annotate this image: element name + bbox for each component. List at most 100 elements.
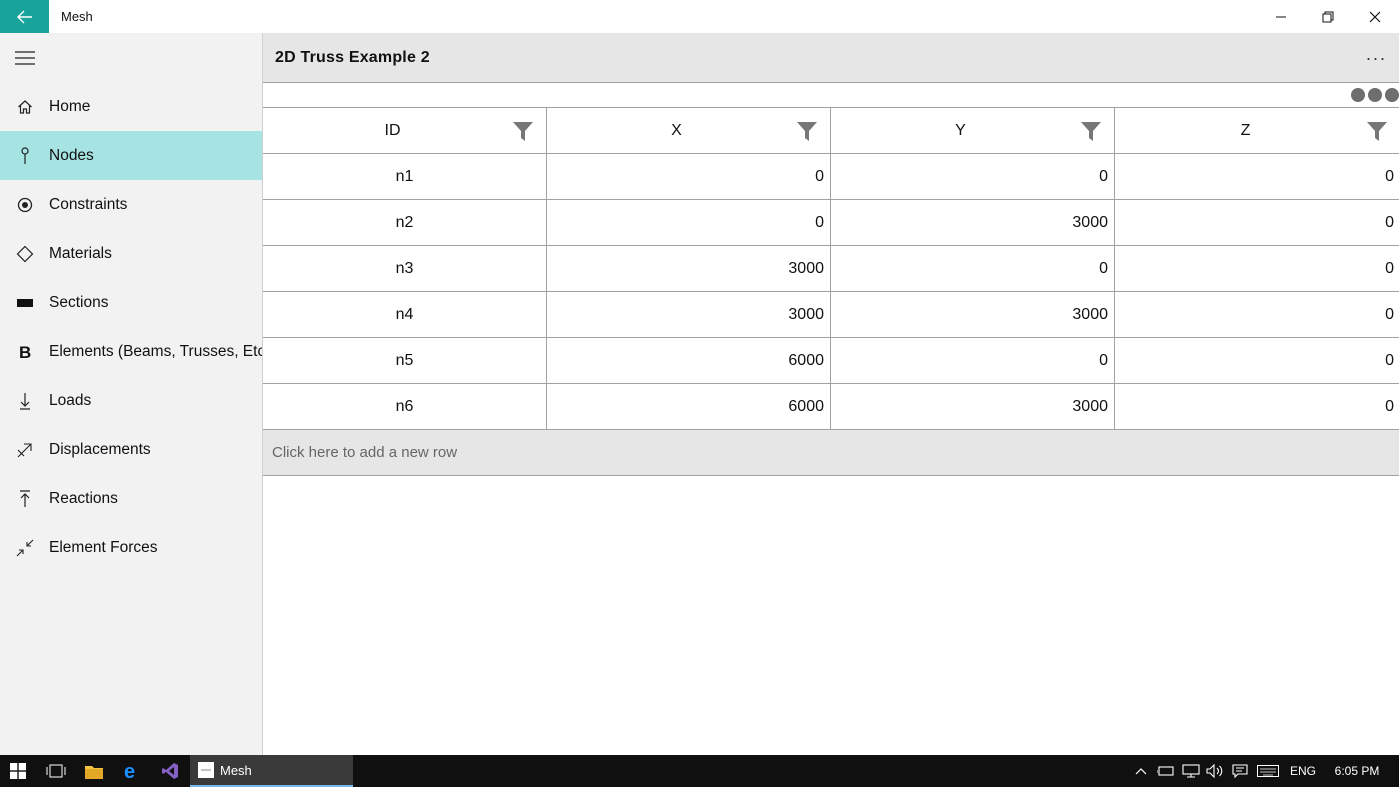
sidebar-item-label: Displacements <box>49 440 151 458</box>
network-button[interactable] <box>1180 755 1202 787</box>
table-row[interactable]: n1 0 0 0 <box>263 154 1399 200</box>
add-new-row-button[interactable]: Click here to add a new row <box>263 430 1399 476</box>
start-button[interactable] <box>0 755 36 787</box>
dot-icon <box>1368 88 1382 102</box>
taskbar-app-label: Mesh <box>220 762 252 778</box>
close-icon <box>1369 11 1381 22</box>
table-row[interactable]: n5 6000 0 0 <box>263 338 1399 384</box>
show-hidden-icons-button[interactable] <box>1131 755 1151 787</box>
visual-studio-button[interactable] <box>152 755 188 787</box>
svg-text:e: e <box>124 762 135 780</box>
cell-z[interactable]: 0 <box>1115 246 1399 291</box>
input-language-button[interactable]: ENG <box>1286 755 1320 787</box>
cell-x[interactable]: 6000 <box>547 338 831 383</box>
cell-id[interactable]: n6 <box>263 384 547 429</box>
cell-y[interactable]: 0 <box>831 338 1115 383</box>
cell-id[interactable]: n5 <box>263 338 547 383</box>
back-button[interactable] <box>0 0 49 33</box>
taskbar-app-mesh[interactable]: Mesh <box>190 755 353 787</box>
dot-icon <box>1385 88 1399 102</box>
filter-icon[interactable] <box>1366 120 1388 142</box>
column-header-label: Y <box>955 121 966 139</box>
filter-icon[interactable] <box>1080 120 1102 142</box>
tray-device-button[interactable] <box>1155 755 1177 787</box>
column-header-x[interactable]: X <box>547 108 831 153</box>
cell-x[interactable]: 3000 <box>547 246 831 291</box>
cell-z[interactable]: 0 <box>1115 338 1399 383</box>
sidebar-item-element-forces[interactable]: Element Forces <box>0 523 262 572</box>
edge-button[interactable]: e <box>114 755 150 787</box>
sidebar-item-materials[interactable]: Materials <box>0 229 262 278</box>
hamburger-menu-button[interactable] <box>0 33 49 82</box>
table-row[interactable]: n4 3000 3000 0 <box>263 292 1399 338</box>
volume-button[interactable] <box>1204 755 1226 787</box>
device-icon <box>1157 766 1174 776</box>
task-view-button[interactable] <box>38 755 74 787</box>
sidebar-item-elements[interactable]: B Elements (Beams, Trusses, Etc.) <box>0 327 275 376</box>
clock[interactable]: 6:05 PM <box>1326 755 1388 787</box>
sidebar-item-loads[interactable]: Loads <box>0 376 262 425</box>
cell-y[interactable]: 0 <box>831 246 1115 291</box>
folder-icon <box>85 765 103 779</box>
chevron-up-icon <box>1135 768 1147 775</box>
cell-y[interactable]: 0 <box>831 154 1115 199</box>
close-button[interactable] <box>1352 0 1398 33</box>
sidebar-item-constraints[interactable]: Constraints <box>0 180 262 229</box>
column-header-label: ID <box>384 121 401 139</box>
cell-z[interactable]: 0 <box>1115 384 1399 429</box>
cell-x[interactable]: 0 <box>547 200 831 245</box>
displacement-icon <box>0 425 49 474</box>
grid-toolbar <box>263 82 1399 108</box>
edge-browser-icon: e <box>124 762 135 780</box>
grid-options-button[interactable] <box>1351 88 1399 102</box>
sidebar-item-label: Sections <box>49 293 109 311</box>
sidebar-item-sections[interactable]: Sections <box>0 278 262 327</box>
cell-z[interactable]: 0 <box>1115 200 1399 245</box>
rectangle-icon <box>0 278 49 327</box>
cell-x[interactable]: 3000 <box>547 292 831 337</box>
cell-id[interactable]: n4 <box>263 292 547 337</box>
keyboard-icon <box>1257 765 1279 777</box>
touch-keyboard-button[interactable] <box>1255 755 1281 787</box>
nodes-data-grid: ID X Y Z n1 0 0 0 n2 0 3000 0 n3 3000 0 … <box>263 82 1399 476</box>
network-icon <box>1182 764 1200 778</box>
cell-z[interactable]: 0 <box>1115 292 1399 337</box>
column-header-id[interactable]: ID <box>263 108 547 153</box>
back-arrow-icon <box>16 10 32 23</box>
cell-id[interactable]: n3 <box>263 246 547 291</box>
sidebar-item-nodes[interactable]: Nodes <box>0 131 262 180</box>
cell-y[interactable]: 3000 <box>831 292 1115 337</box>
table-row[interactable]: n6 6000 3000 0 <box>263 384 1399 430</box>
command-bar: 2D Truss Example 2 ··· <box>263 33 1399 82</box>
table-row[interactable]: n3 3000 0 0 <box>263 246 1399 292</box>
column-header-label: Z <box>1240 121 1251 139</box>
arrow-down-to-line-icon <box>0 376 49 425</box>
notification-icon <box>1232 764 1248 778</box>
column-header-y[interactable]: Y <box>831 108 1115 153</box>
sidebar-item-reactions[interactable]: Reactions <box>0 474 262 523</box>
file-explorer-button[interactable] <box>76 755 112 787</box>
action-center-button[interactable] <box>1229 755 1251 787</box>
cell-id[interactable]: n1 <box>263 154 547 199</box>
sidebar-item-label: Constraints <box>49 195 128 213</box>
main-content: 2D Truss Example 2 ··· ID X Y Z n1 0 0 0… <box>262 33 1399 755</box>
filter-icon[interactable] <box>512 120 534 142</box>
table-row[interactable]: n2 0 3000 0 <box>263 200 1399 246</box>
cell-x[interactable]: 0 <box>547 154 831 199</box>
sidebar-item-label: Materials <box>49 244 112 262</box>
sidebar-item-displacements[interactable]: Displacements <box>0 425 262 474</box>
sidebar-item-label: Element Forces <box>49 538 158 556</box>
more-options-button[interactable]: ··· <box>1360 43 1392 73</box>
sidebar-item-label: Home <box>49 97 91 115</box>
restore-button[interactable] <box>1305 0 1351 33</box>
cell-id[interactable]: n2 <box>263 200 547 245</box>
cell-z[interactable]: 0 <box>1115 154 1399 199</box>
minimize-button[interactable] <box>1258 0 1304 33</box>
sidebar-item-home[interactable]: Home <box>0 82 262 131</box>
cell-y[interactable]: 3000 <box>831 200 1115 245</box>
sidebar-item-label: Elements (Beams, Trusses, Etc.) <box>49 342 275 360</box>
column-header-z[interactable]: Z <box>1115 108 1399 153</box>
cell-y[interactable]: 3000 <box>831 384 1115 429</box>
filter-icon[interactable] <box>796 120 818 142</box>
cell-x[interactable]: 6000 <box>547 384 831 429</box>
